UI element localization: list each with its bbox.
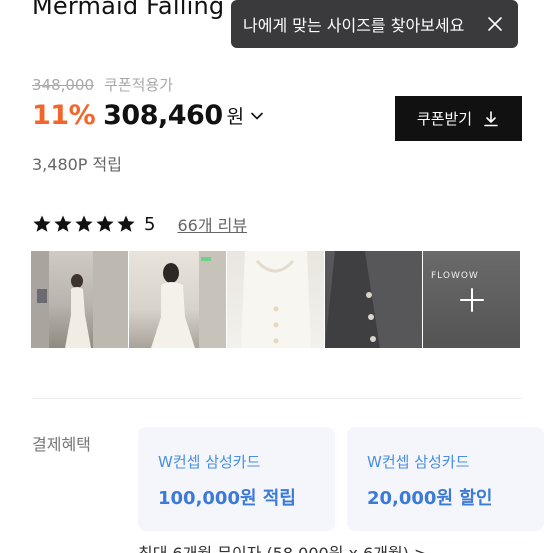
star-icon xyxy=(54,215,72,232)
star-rating xyxy=(32,214,136,234)
card-benefit-value: 100,000원 적립 xyxy=(158,488,296,509)
original-price: 348,000 xyxy=(32,75,95,94)
card-name: W컨셉 삼성카드 xyxy=(158,453,261,471)
review-photo[interactable] xyxy=(227,251,324,348)
installment-info-link[interactable]: 최대 6개월 무이자 (58,000원 x 6개월) > xyxy=(138,540,427,553)
tooltip-text: 나에게 맞는 사이즈를 찾아보세요 xyxy=(243,16,465,35)
download-icon xyxy=(484,110,498,126)
review-photo[interactable] xyxy=(325,251,422,348)
close-icon[interactable] xyxy=(484,13,506,35)
coupon-download-button[interactable]: 쿠폰받기 xyxy=(395,96,522,141)
payment-benefits-label: 결제혜택 xyxy=(32,435,91,454)
brand-label: FLOWOW xyxy=(431,271,479,281)
coupon-button-label: 쿠폰받기 xyxy=(416,110,473,128)
review-photo[interactable] xyxy=(31,251,128,348)
points-info: 3,480P 적립 xyxy=(32,155,122,174)
star-icon xyxy=(117,215,135,232)
rating-value: 5 xyxy=(144,213,156,235)
review-photo-strip: FLOWOW xyxy=(31,251,520,348)
photo-image xyxy=(151,251,226,348)
star-icon xyxy=(96,215,114,232)
price-row[interactable]: 11% 308,460 원 xyxy=(32,100,264,131)
plus-icon xyxy=(460,288,484,312)
photo-image xyxy=(241,251,311,348)
star-icon xyxy=(33,215,51,232)
section-divider xyxy=(32,398,522,399)
sale-price: 308,460 xyxy=(103,100,223,131)
benefit-card[interactable]: W컨셉 삼성카드 20,000원 할인 xyxy=(347,427,544,531)
currency-label: 원 xyxy=(226,106,245,128)
product-title: Mermaid Falling xyxy=(32,0,225,20)
benefit-card[interactable]: W컨셉 삼성카드 100,000원 적립 xyxy=(138,427,335,531)
size-tooltip: 나에게 맞는 사이즈를 찾아보세요 xyxy=(231,0,518,48)
photo-image xyxy=(31,251,128,348)
rating-row: 5 66개 리뷰 xyxy=(32,212,247,236)
chevron-down-icon[interactable] xyxy=(250,109,264,123)
original-price-row: 348,000 쿠폰적용가 xyxy=(32,74,173,95)
card-benefit-value: 20,000원 할인 xyxy=(367,488,493,509)
review-count-link[interactable]: 66개 리뷰 xyxy=(177,212,247,236)
coupon-price-label: 쿠폰적용가 xyxy=(104,76,174,94)
card-name: W컨셉 삼성카드 xyxy=(367,453,470,471)
review-photo[interactable] xyxy=(129,251,226,348)
star-icon xyxy=(75,215,93,232)
discount-rate: 11% xyxy=(32,100,96,131)
photo-image xyxy=(325,251,422,348)
more-photos-thumb[interactable]: FLOWOW xyxy=(423,251,520,348)
